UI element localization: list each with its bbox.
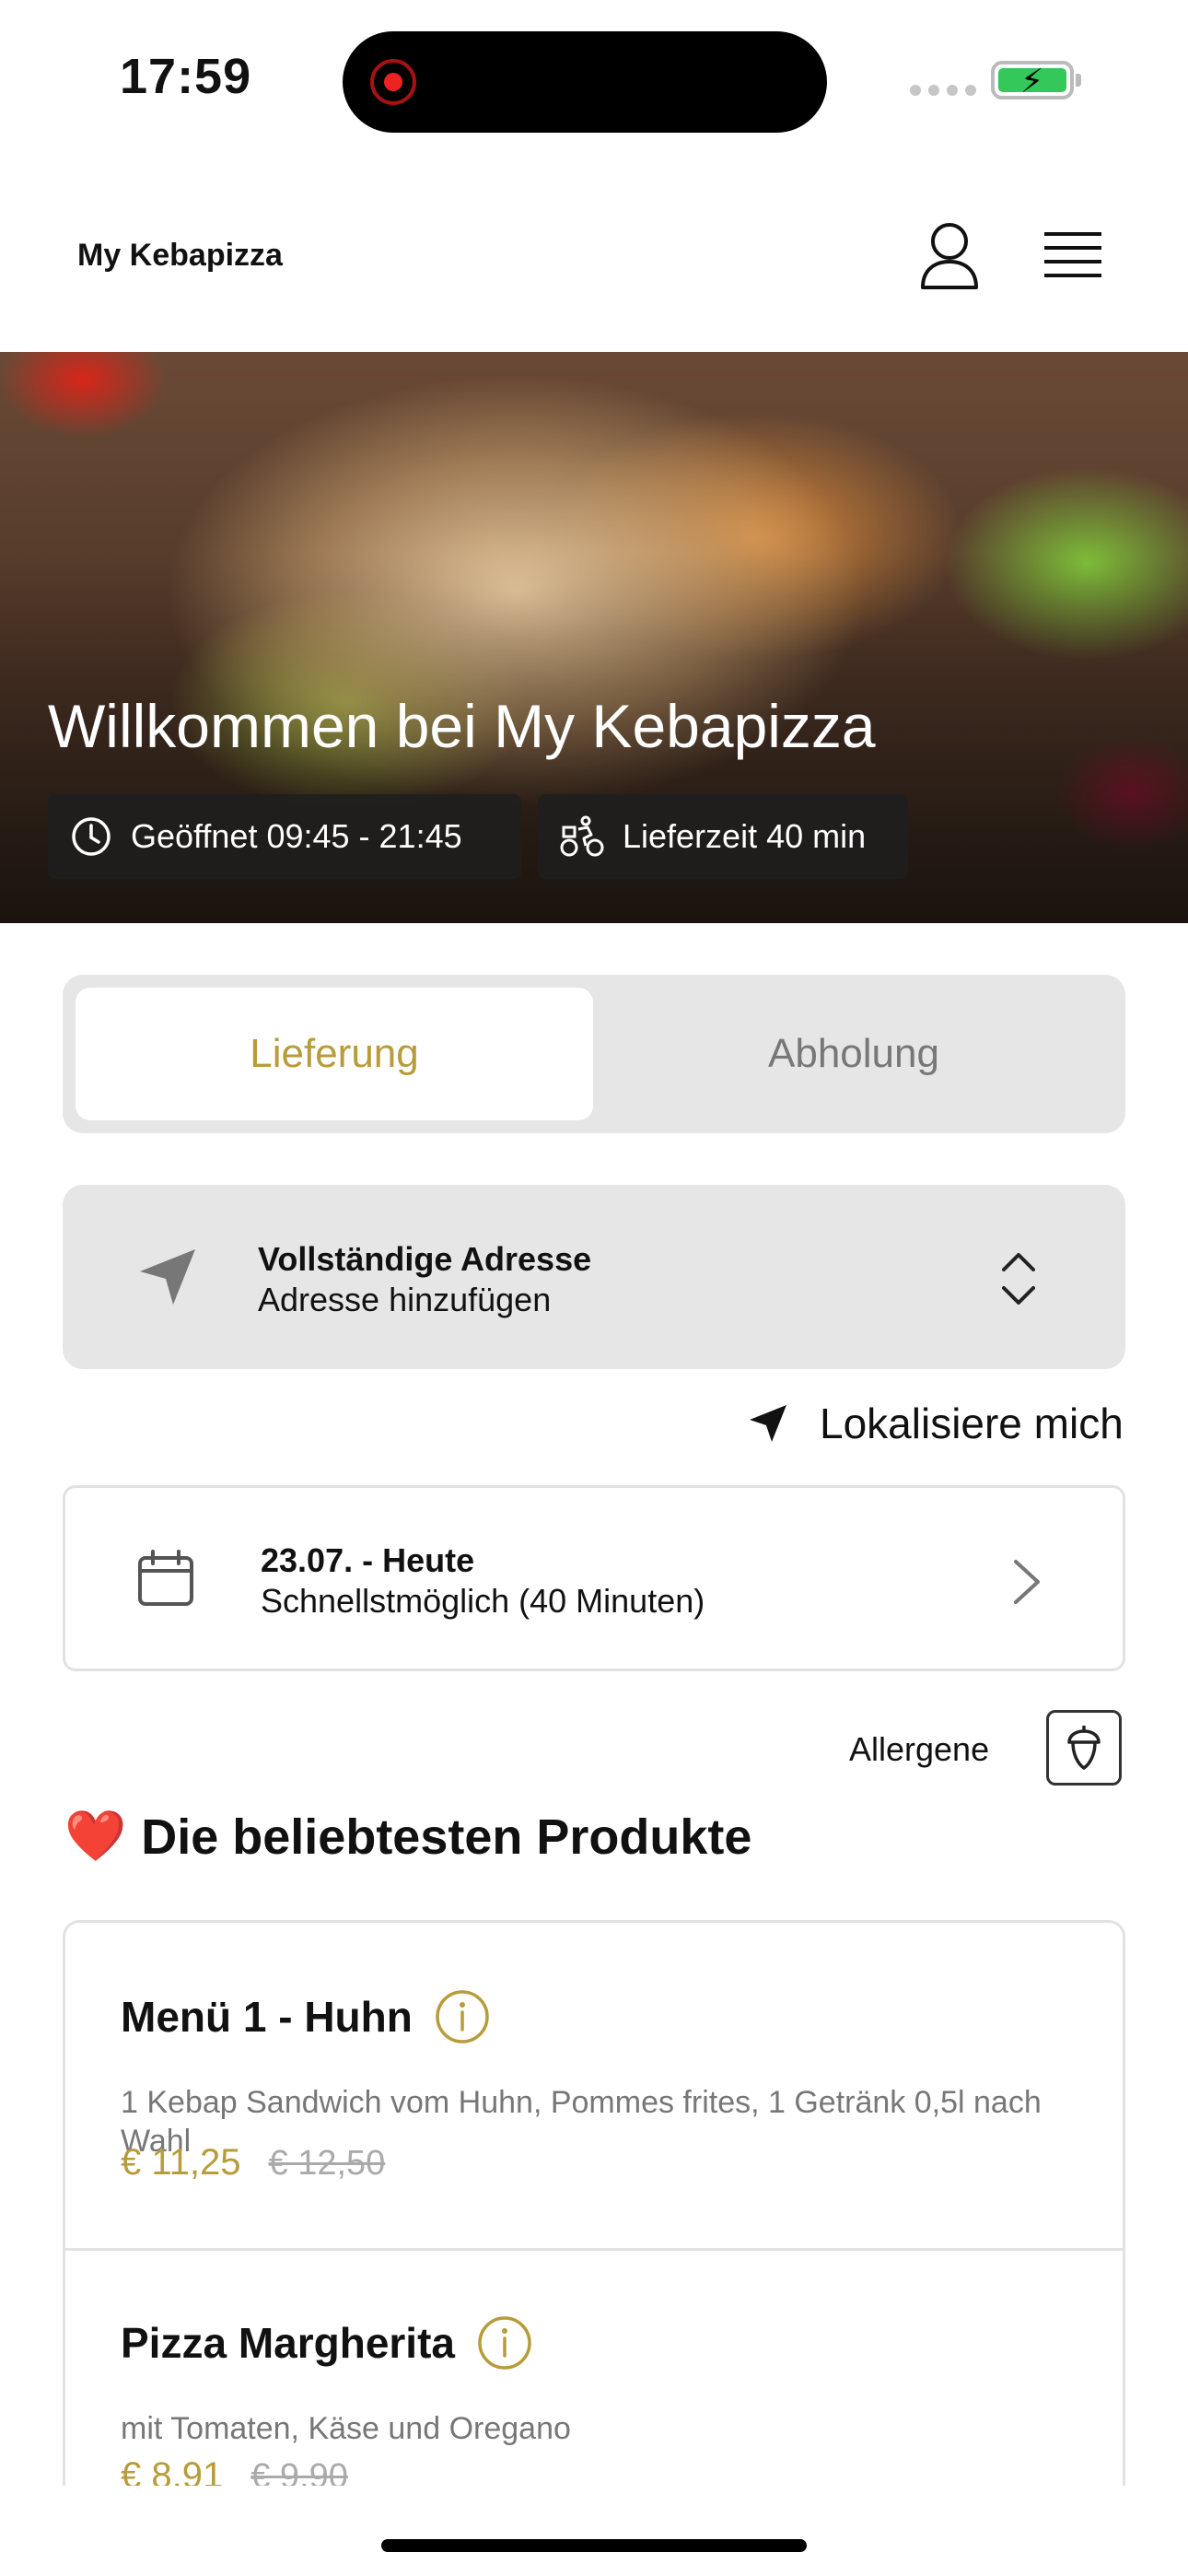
product-old-price: € 12,50 (268, 2144, 386, 2183)
product-card[interactable]: Pizza Margherita mit Tomaten, Käse und O… (65, 2251, 1123, 2486)
opening-hours-badge: Geöffnet 09:45 - 21:45 (48, 794, 521, 879)
chevron-right-icon (1014, 1560, 1040, 1604)
address-subtitle: Adresse hinzufügen (258, 1281, 552, 1318)
chevron-up-down-icon (1002, 1253, 1035, 1305)
locate-me-button[interactable]: Lokalisiere mich (746, 1399, 1124, 1448)
allergens-label: Allergene (849, 1730, 990, 1768)
acorn-icon (1067, 1726, 1101, 1770)
calendar-icon (138, 1550, 193, 1606)
home-indicator[interactable] (381, 2539, 807, 2552)
clock-icon (72, 817, 111, 856)
address-title: Vollständige Adresse (258, 1240, 592, 1278)
product-price: € 8,91 (121, 2455, 224, 2486)
schedule-time: Schnellstmöglich (40 Minuten) (261, 1582, 705, 1620)
product-old-price: € 9,90 (250, 2457, 348, 2486)
address-selector[interactable]: Vollständige Adresse Adresse hinzufügen (63, 1185, 1125, 1369)
hamburger-menu-icon[interactable] (1041, 228, 1105, 286)
order-mode-toggle: Lieferung Abholung (63, 975, 1125, 1133)
heart-emoji-icon: ❤️ (64, 1809, 127, 1864)
schedule-date: 23.07. - Heute (261, 1541, 475, 1579)
section-title: ❤️ Die beliebtesten Produkte (64, 1808, 751, 1866)
product-price-row: € 8,91 € 9,90 (121, 2455, 348, 2486)
status-time: 17:59 (120, 49, 252, 104)
location-arrow-icon (140, 1249, 195, 1305)
opening-hours-text: Geöffnet 09:45 - 21:45 (131, 817, 462, 855)
product-name: Menü 1 - Huhn (121, 1989, 490, 2044)
signal-icon (910, 85, 976, 96)
recording-indicator-icon (370, 59, 416, 105)
info-icon[interactable] (435, 1989, 490, 2044)
delivery-time-badge: Lieferzeit 40 min (538, 794, 908, 879)
delivery-schedule-selector[interactable]: 23.07. - Heute Schnellstmöglich (40 Minu… (63, 1485, 1125, 1671)
hero-banner: Willkommen bei My Kebapizza Geöffnet 09:… (0, 352, 1188, 923)
brand-title[interactable]: My Kebapizza (77, 238, 283, 274)
product-price: € 11,25 (121, 2142, 241, 2183)
hero-title: Willkommen bei My Kebapizza (48, 692, 876, 760)
battery-icon: ⚡ (991, 61, 1081, 100)
product-card[interactable]: Menü 1 - Huhn 1 Kebap Sandwich vom Huhn,… (65, 1923, 1123, 2251)
allergens-button[interactable] (1046, 1710, 1122, 1786)
bicycle-courier-icon (560, 815, 604, 857)
delivery-time-text: Lieferzeit 40 min (623, 817, 867, 855)
info-icon[interactable] (477, 2315, 532, 2371)
product-description: mit Tomaten, Käse und Oregano (121, 2411, 571, 2446)
product-name: Pizza Margherita (121, 2315, 532, 2371)
locate-me-label: Lokalisiere mich (820, 1399, 1124, 1447)
product-price-row: € 11,25 € 12,50 (121, 2142, 385, 2184)
tab-pickup[interactable]: Abholung (595, 988, 1112, 1120)
section-title-text: Die beliebtesten Produkte (141, 1809, 752, 1865)
popular-products-list: Menü 1 - Huhn 1 Kebap Sandwich vom Huhn,… (63, 1920, 1125, 2486)
status-bar: 17:59 ⚡ (0, 0, 1188, 157)
tab-delivery[interactable]: Lieferung (76, 988, 593, 1120)
navigation-arrow-icon (750, 1405, 786, 1442)
user-account-icon[interactable] (917, 221, 982, 291)
dynamic-island (343, 31, 827, 133)
